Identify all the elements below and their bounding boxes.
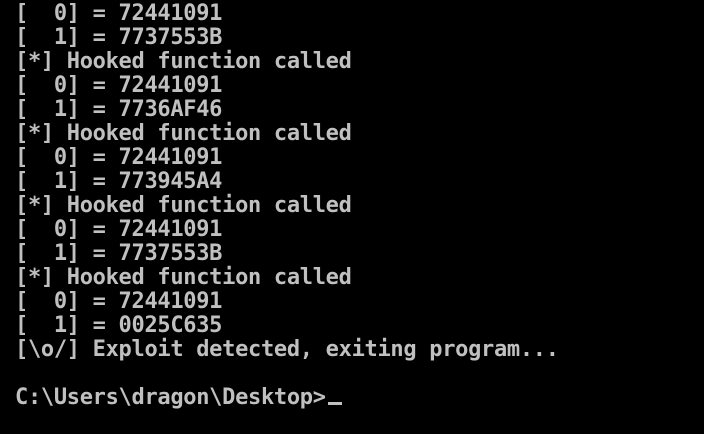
output-line: [ 0] = 72441091 — [15, 73, 223, 98]
output-line: [ 1] = 7737553B — [15, 25, 223, 50]
output-line: [ 0] = 72441091 — [15, 289, 223, 314]
output-line: [ 0] = 72441091 — [15, 1, 223, 26]
output-line: [*] Hooked function called — [15, 193, 352, 218]
console-window[interactable]: [ 0] = 72441091 [ 1] = 7737553B [*] Hook… — [0, 0, 704, 434]
output-line: [ 0] = 72441091 — [15, 217, 223, 242]
output-line: [ 1] = 7736AF46 — [15, 97, 223, 122]
output-line: [ 0] = 72441091 — [15, 145, 223, 170]
console-output: [ 0] = 72441091 [ 1] = 7737553B [*] Hook… — [15, 2, 559, 410]
command-prompt: C:\Users\dragon\Desktop> — [15, 385, 326, 410]
prompt-line[interactable]: C:\Users\dragon\Desktop> — [15, 386, 559, 410]
output-line: [ 1] = 773945A4 — [15, 169, 223, 194]
output-line: [*] Hooked function called — [15, 121, 352, 146]
exploit-detected-message: [\o/] Exploit detected, exiting program.… — [15, 337, 559, 362]
text-cursor — [327, 402, 342, 405]
output-line: [ 1] = 0025C635 — [15, 313, 223, 338]
output-line: [ 1] = 7737553B — [15, 241, 223, 266]
output-line: [*] Hooked function called — [15, 49, 352, 74]
output-line: [*] Hooked function called — [15, 265, 352, 290]
